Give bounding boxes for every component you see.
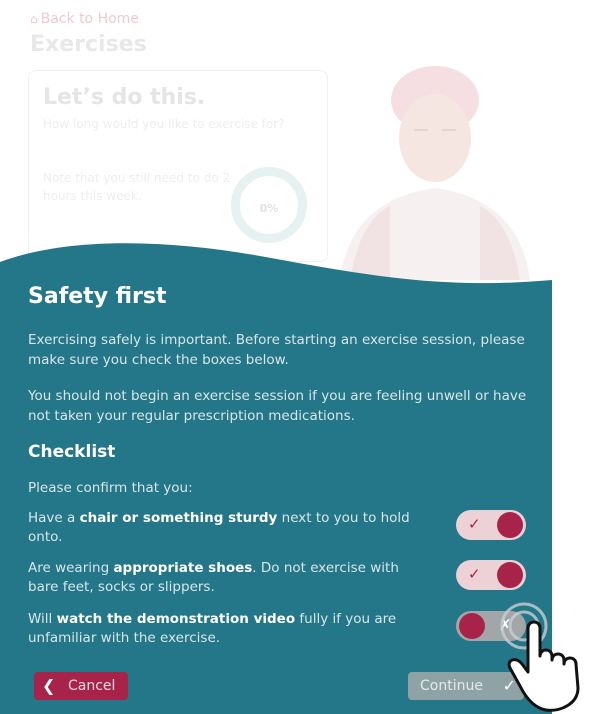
safety-title: Safety first [28,284,167,309]
check-icon: ✓ [468,515,481,533]
home-icon: ⌂ [30,12,38,26]
checklist-prompt: Please confirm that you: [28,480,193,496]
toggle-knob [459,613,485,639]
toggle-knob [497,512,523,538]
card-question: How long would you like to exercise for? [43,117,285,131]
check-icon: ✓ [468,565,481,583]
progress-label: 0% [259,202,279,215]
tap-hand-icon [500,602,580,712]
back-to-home-link: ⌂ Back to Home [30,11,139,27]
toggle-knob [497,562,523,588]
chair-toggle[interactable]: ✓ [456,510,526,540]
checklist-title: Checklist [28,442,116,462]
chevron-left-icon: ❮ [42,676,56,695]
safety-warning: You should not begin an exercise session… [28,388,527,424]
card-title: Let’s do this. [43,85,206,110]
shoes-toggle[interactable]: ✓ [456,560,526,590]
card-note: Note that you still need to do 2 hours t… [43,171,231,203]
checklist-item-video: Will watch the demonstration video fully… [28,611,397,646]
checklist-item-chair: Have a chair or something sturdy next to… [28,510,410,545]
safety-intro: Exercising safely is important. Before s… [28,332,525,368]
checklist-item-shoes: Are wearing appropriate shoes. Do not ex… [28,560,399,595]
cancel-button[interactable]: ❮ Cancel [34,672,128,700]
page-title: Exercises [30,32,147,57]
